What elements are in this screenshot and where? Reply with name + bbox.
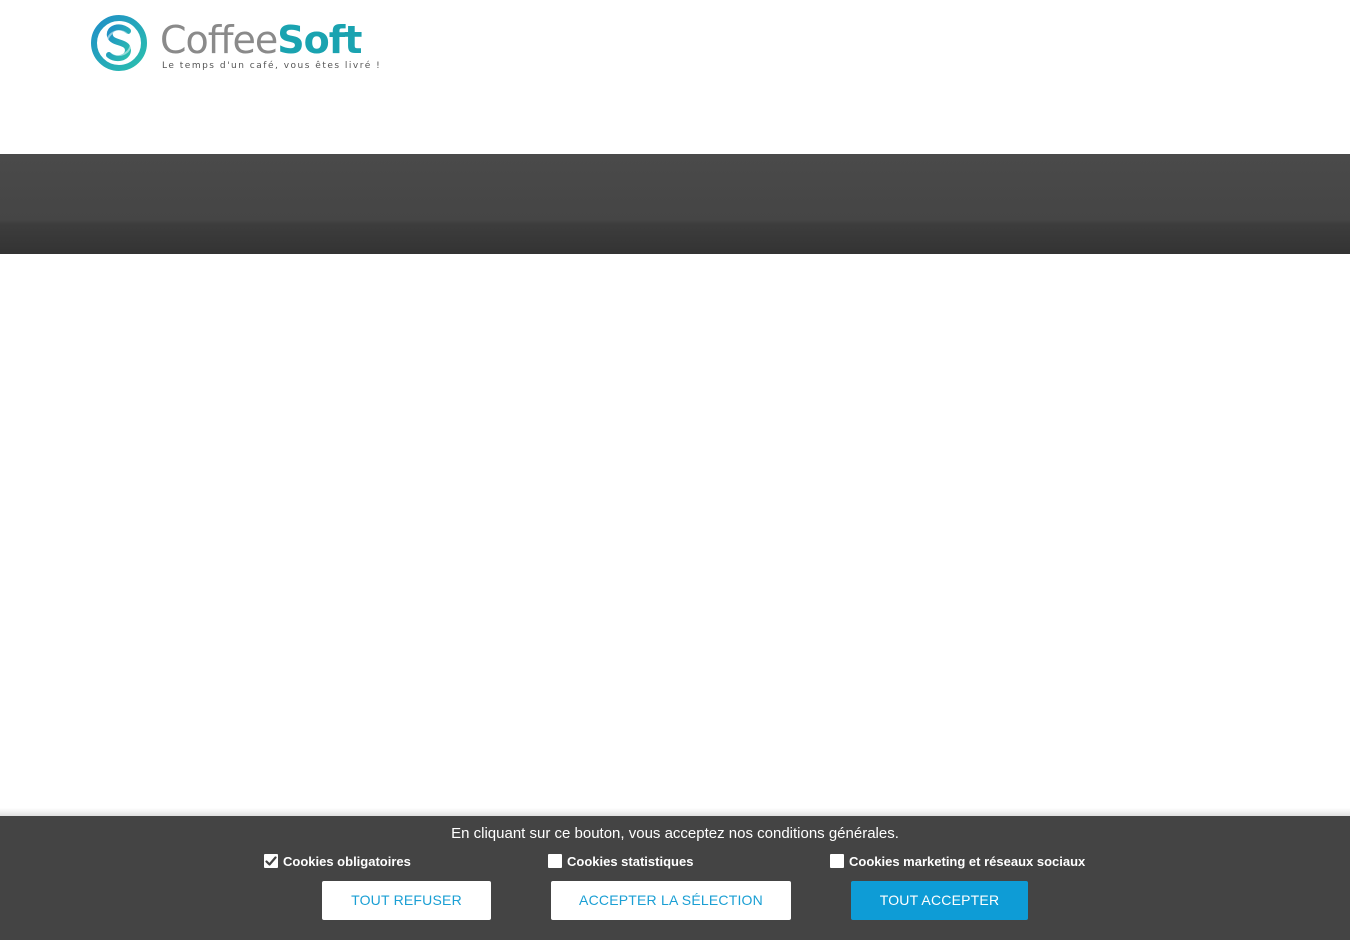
page: CoffeeSoft Le temps d'un café, vous êtes… [0, 0, 1350, 940]
checkbox-statistics[interactable] [548, 854, 562, 868]
coffeesoft-logo-icon [91, 15, 147, 71]
cookie-option-required-label: Cookies obligatoires [283, 853, 411, 869]
cookie-bar-shadow [0, 808, 1350, 816]
accept-all-button[interactable]: TOUT ACCEPTER [851, 881, 1028, 920]
accept-selection-button[interactable]: ACCEPTER LA SÉLECTION [551, 881, 791, 920]
cookie-option-statistics[interactable]: Cookies statistiques [548, 853, 693, 869]
logo-wordmark: CoffeeSoft [160, 18, 362, 62]
site-header: CoffeeSoft Le temps d'un café, vous êtes… [0, 0, 1350, 154]
cookie-option-statistics-label: Cookies statistiques [567, 853, 694, 869]
checkmark-icon [265, 856, 277, 866]
cookie-option-marketing-label: Cookies marketing et réseaux sociaux [849, 853, 1086, 869]
checkbox-required[interactable] [264, 854, 278, 868]
logo-word-coffee: Coffee [160, 18, 278, 62]
cookie-option-marketing[interactable]: Cookies marketing et réseaux sociaux [830, 853, 1085, 869]
navigation-band [0, 154, 1350, 254]
refuse-all-button[interactable]: TOUT REFUSER [322, 881, 491, 920]
logo-tagline: Le temps d'un café, vous êtes livré ! [162, 61, 382, 71]
checkbox-marketing[interactable] [830, 854, 844, 868]
logo-word-soft: Soft [277, 18, 362, 62]
cookie-consent-bar: En cliquant sur ce bouton, vous acceptez… [0, 816, 1350, 940]
cookie-message: En cliquant sur ce bouton, vous acceptez… [451, 825, 899, 842]
cookie-option-required[interactable]: Cookies obligatoires [264, 853, 411, 869]
coffeesoft-logo[interactable]: CoffeeSoft Le temps d'un café, vous êtes… [90, 14, 380, 76]
